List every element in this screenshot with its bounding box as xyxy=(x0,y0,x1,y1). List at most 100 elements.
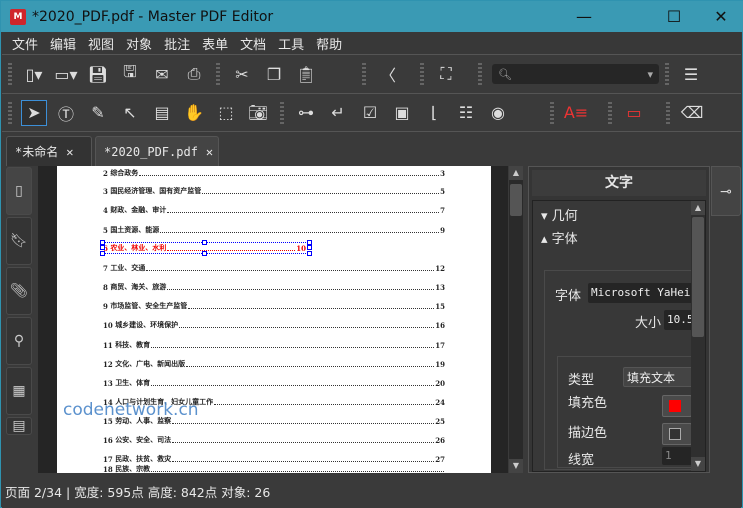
pages-icon[interactable]: ▯ xyxy=(6,167,32,215)
list-box-icon[interactable]: ☷ xyxy=(453,100,479,126)
font-section[interactable]: ▴ 字体 xyxy=(541,228,578,247)
minimize-button[interactable]: — xyxy=(561,1,607,32)
menu-help[interactable]: 帮助 xyxy=(316,34,342,53)
text-tool-icon[interactable]: Ⓣ xyxy=(53,100,79,126)
edit-image-icon[interactable]: ✎ xyxy=(85,100,111,126)
select-arrow-icon[interactable]: ➤ xyxy=(21,99,47,126)
selection-box[interactable] xyxy=(100,240,312,256)
maximize-button[interactable]: ☐ xyxy=(651,1,697,32)
menu-edit[interactable]: 编辑 xyxy=(50,34,76,53)
email-icon[interactable]: ✉ xyxy=(149,61,175,87)
layers-icon[interactable]: ▦ xyxy=(6,367,32,415)
resize-handle[interactable] xyxy=(202,240,207,245)
chevron-down-icon[interactable]: ▾ xyxy=(647,68,653,81)
geometry-section[interactable]: ▾ 几何 xyxy=(541,205,578,224)
new-document-icon[interactable]: ▯▾ xyxy=(21,61,47,87)
add-comment-icon[interactable]: ▭ xyxy=(621,100,647,126)
radio-button-icon[interactable]: ◉ xyxy=(485,100,511,126)
pdf-page[interactable]: 2 综合政务 3 3 国民经济管理、国有资产监管 5 4 财政、金融、审计 7 5 国土资源… xyxy=(57,166,491,473)
crop-icon[interactable]: ⬚ xyxy=(213,100,239,126)
toolbar-grip[interactable] xyxy=(608,101,612,124)
snapshot-icon[interactable]: 📷︎ xyxy=(245,100,271,126)
text-field-icon[interactable]: ⌊ xyxy=(421,100,447,126)
toc-entry[interactable]: 8 商贸、海关、旅游 13 xyxy=(103,280,445,292)
attachment-icon[interactable]: 📎︎ xyxy=(6,267,32,315)
signatures-icon[interactable]: ▤ xyxy=(6,417,32,435)
toc-entry[interactable]: 2 综合政务 3 xyxy=(103,166,445,178)
hand-icon[interactable]: ✋ xyxy=(181,100,207,126)
tab-untitled[interactable]: *未命名 ✕ xyxy=(6,136,92,166)
toc-entry[interactable]: 4 财政、金融、审计 7 xyxy=(103,203,445,215)
close-button[interactable]: ✕ xyxy=(698,1,743,32)
menu-view[interactable]: 视图 xyxy=(88,34,114,53)
text-type-select[interactable]: 填充文本 xyxy=(623,367,693,387)
resize-handle[interactable] xyxy=(100,245,105,250)
menu-tools[interactable]: 工具 xyxy=(278,34,304,53)
document-scrollbar[interactable]: ▲ ▼ xyxy=(509,166,523,473)
line-width-field[interactable]: 1 xyxy=(662,447,692,465)
resize-handle[interactable] xyxy=(202,251,207,256)
menu-forms[interactable]: 表单 xyxy=(202,34,228,53)
checkbox-icon[interactable]: ☑ xyxy=(357,100,383,126)
edit-object-icon[interactable]: ↖ xyxy=(117,100,143,126)
toolbar-grip[interactable] xyxy=(420,63,424,85)
scroll-up-icon[interactable]: ▲ xyxy=(691,201,705,215)
link-add-icon[interactable]: ⊶ xyxy=(293,100,319,126)
panel-scrollbar[interactable]: ▲ ▼ xyxy=(691,201,705,471)
toc-entry[interactable]: 16 公安、安全、司法 26 xyxy=(103,433,445,445)
toc-entry[interactable]: 7 工业、交通 12 xyxy=(103,261,445,273)
back-icon[interactable]: 〈 xyxy=(375,61,401,87)
bookmark-icon[interactable]: 🔖︎ xyxy=(6,217,32,265)
font-name-field[interactable]: Microsoft YaHei xyxy=(588,283,693,303)
font-size-field[interactable]: 10.5 xyxy=(664,310,694,330)
resize-handle[interactable] xyxy=(100,251,105,256)
print-icon[interactable]: ⎙ xyxy=(181,61,207,87)
document-view[interactable]: 2 综合政务 3 3 国民经济管理、国有资产监管 5 4 财政、金融、审计 7 5 国土资源… xyxy=(38,166,508,473)
scroll-thumb[interactable] xyxy=(692,217,704,337)
hamburger-menu-icon[interactable]: ☰ xyxy=(678,61,704,87)
scroll-down-icon[interactable]: ▼ xyxy=(509,459,523,473)
toc-entry[interactable]: 3 国民经济管理、国有资产监管 5 xyxy=(103,184,445,196)
toc-entry[interactable]: 9 市场监管、安全生产监管 15 xyxy=(103,299,445,311)
toolbar-grip[interactable] xyxy=(550,101,554,124)
menu-file[interactable]: 文件 xyxy=(12,34,38,53)
toc-entry[interactable]: 11 科技、教育 17 xyxy=(103,338,445,350)
add-text-annotation-icon[interactable]: A≡ xyxy=(563,100,589,126)
combo-box-icon[interactable]: ▣ xyxy=(389,100,415,126)
fill-color-button[interactable] xyxy=(662,395,692,417)
toolbar-grip[interactable] xyxy=(478,63,482,85)
toc-entry[interactable]: 5 国土资源、能源 9 xyxy=(103,223,445,235)
close-tab-icon[interactable]: ✕ xyxy=(206,145,213,159)
search-icon[interactable]: ⚲ xyxy=(6,317,32,365)
toolbar-grip[interactable] xyxy=(216,63,220,85)
resize-handle[interactable] xyxy=(307,245,312,250)
paste-icon[interactable]: 📋︎ xyxy=(293,61,319,87)
menu-comment[interactable]: 批注 xyxy=(164,34,190,53)
toolbar-grip[interactable] xyxy=(8,101,12,124)
save-icon[interactable]: 💾︎ xyxy=(85,61,111,87)
toolbar-grip[interactable] xyxy=(665,63,669,85)
eraser-icon[interactable]: ⌫ xyxy=(679,100,705,126)
close-tab-icon[interactable]: ✕ xyxy=(66,145,73,159)
form-icon[interactable]: ▤ xyxy=(149,100,175,126)
menu-object[interactable]: 对象 xyxy=(126,34,152,53)
toc-entry[interactable]: 12 文化、广电、新闻出版 19 xyxy=(103,357,445,369)
toolbar-grip[interactable] xyxy=(666,101,670,124)
open-folder-icon[interactable]: ▭▾ xyxy=(53,61,79,87)
toc-entry[interactable]: 18 民族、宗教 xyxy=(103,462,445,473)
scroll-thumb[interactable] xyxy=(510,184,522,216)
properties-tab-sliders-icon[interactable]: ⊸ xyxy=(711,166,741,216)
cut-icon[interactable]: ✂ xyxy=(229,61,255,87)
search-input[interactable]: 🔍︎ ▾ xyxy=(492,64,659,84)
toc-entry[interactable]: 10 城乡建设、环境保护 16 xyxy=(103,318,445,330)
tab-2020-pdf[interactable]: *2020_PDF.pdf ✕ xyxy=(95,136,219,166)
toc-entry[interactable]: 13 卫生、体育 20 xyxy=(103,376,445,388)
stroke-color-button[interactable] xyxy=(662,423,692,445)
fit-page-icon[interactable]: ⛶ xyxy=(433,61,459,87)
scroll-up-icon[interactable]: ▲ xyxy=(509,166,523,180)
button-field-icon[interactable]: ↵ xyxy=(325,100,351,126)
toolbar-grip[interactable] xyxy=(280,101,284,124)
toolbar-grip[interactable] xyxy=(362,63,366,85)
save-as-icon[interactable]: 🖫 xyxy=(117,61,143,87)
resize-handle[interactable] xyxy=(307,251,312,256)
